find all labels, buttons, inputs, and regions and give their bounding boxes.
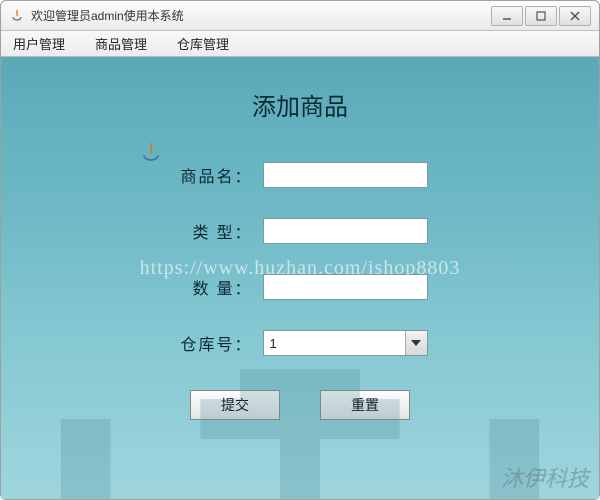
submit-button[interactable]: 提交 (190, 390, 280, 420)
page-heading: 添加商品 (1, 87, 599, 122)
label-warehouse: 仓库号： (173, 331, 253, 355)
select-warehouse[interactable]: 1 (263, 330, 428, 356)
close-button[interactable] (559, 6, 591, 26)
titlebar: 欢迎管理员admin使用本系统 (1, 1, 599, 31)
label-product-name: 商品名： (173, 163, 253, 187)
row-warehouse: 仓库号： 1 (173, 330, 428, 356)
row-product-name: 商品名： (173, 162, 428, 188)
chevron-down-icon (405, 331, 427, 355)
reset-label: 重置 (351, 395, 379, 415)
menu-user-mgmt[interactable]: 用户管理 (7, 32, 71, 55)
minimize-button[interactable] (491, 6, 523, 26)
add-product-form: 商品名： 类 型： 数 量： 仓库号： 1 (1, 162, 599, 420)
select-warehouse-value: 1 (264, 336, 405, 351)
maximize-icon (536, 11, 546, 21)
reset-button[interactable]: 重置 (320, 390, 410, 420)
submit-label: 提交 (221, 395, 249, 415)
row-quantity: 数 量： (173, 274, 428, 300)
row-type: 类 型： (173, 218, 428, 244)
watermark-corner: 沐伊科技 (501, 461, 589, 493)
button-row: 提交 重置 (190, 390, 410, 420)
menubar: 用户管理 商品管理 仓库管理 (1, 31, 599, 57)
close-icon (570, 11, 580, 21)
java-icon (9, 8, 25, 24)
java-cup-icon (141, 141, 161, 170)
app-window: 欢迎管理员admin使用本系统 用户管理 商品管理 仓库管理 (0, 0, 600, 500)
label-quantity: 数 量： (173, 275, 253, 299)
input-quantity[interactable] (263, 274, 428, 300)
content-area: 添加商品 https://www.huzhan.com/ishop8803 商品… (1, 57, 599, 499)
menu-warehouse-mgmt[interactable]: 仓库管理 (171, 32, 235, 55)
menu-product-mgmt[interactable]: 商品管理 (89, 32, 153, 55)
input-product-name[interactable] (263, 162, 428, 188)
window-title: 欢迎管理员admin使用本系统 (31, 7, 489, 24)
window-controls (489, 6, 591, 26)
label-type: 类 型： (173, 219, 253, 243)
input-type[interactable] (263, 218, 428, 244)
minimize-icon (502, 11, 512, 21)
maximize-button[interactable] (525, 6, 557, 26)
